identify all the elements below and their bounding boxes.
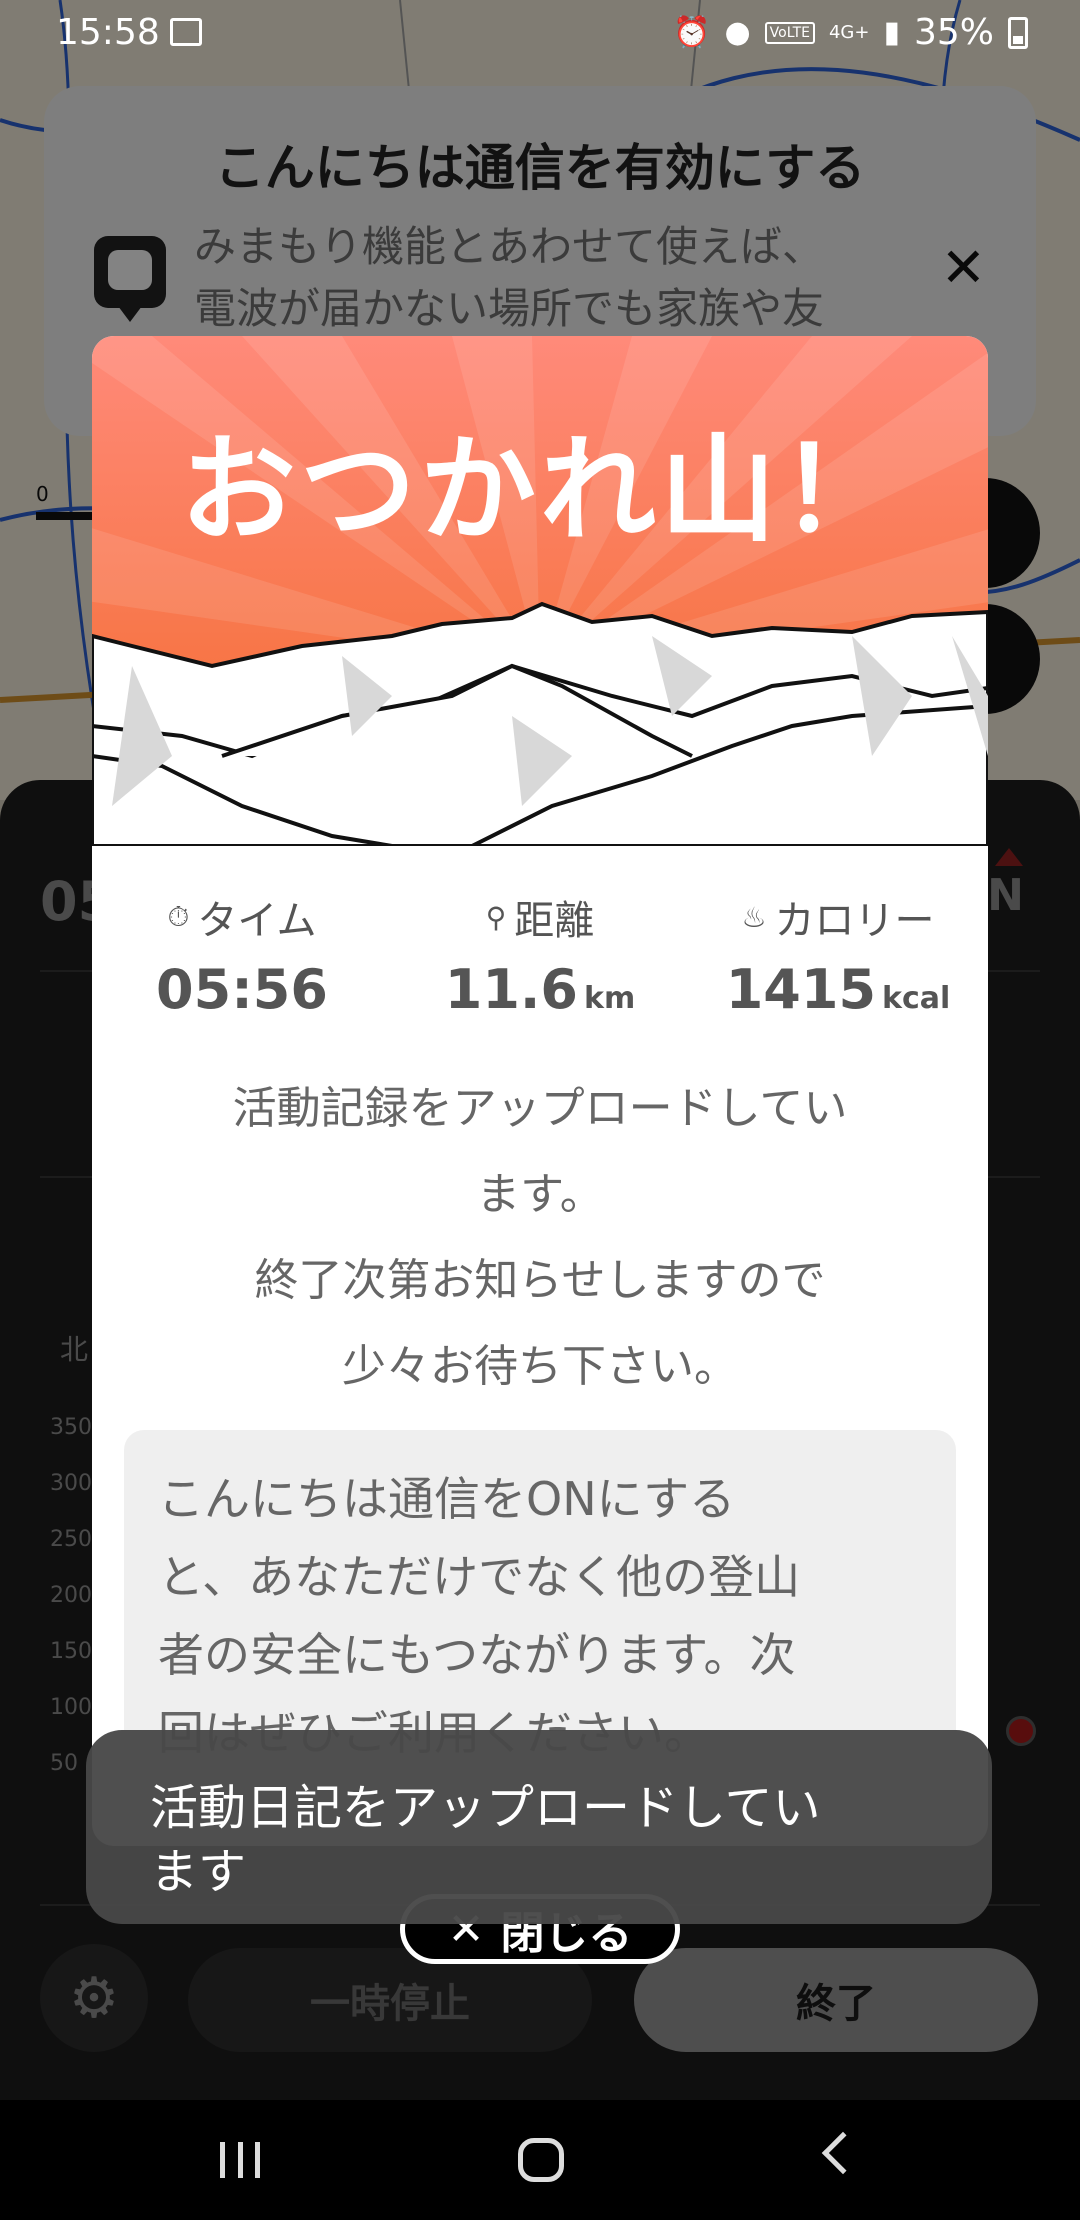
back-icon[interactable] — [821, 2131, 865, 2175]
network-type: 4G+ — [828, 21, 870, 43]
upload-toast: 活動日記をアップロードしてい ます — [86, 1730, 992, 1924]
recent-apps-icon[interactable] — [220, 2142, 260, 2178]
upload-message: 活動記録をアップロードしてい ます。 終了次第お知らせしますので 少々お待ち下さ… — [132, 1066, 948, 1410]
stat-distance-unit: km — [584, 981, 636, 1016]
flame-icon: ♨ — [741, 900, 767, 934]
battery-percent: 35% — [913, 12, 994, 53]
stat-distance-label: 距離 — [514, 898, 595, 944]
volte-icon: VoLTE — [764, 21, 815, 44]
stat-calories-label: カロリー — [774, 898, 935, 944]
stat-calories: ♨ カロリー 1415 kcal — [688, 888, 988, 1021]
dialog-title: おつかれ山！ — [180, 423, 900, 558]
stat-time-label: タイム — [197, 898, 317, 944]
stopwatch-icon: ⏱ — [167, 900, 190, 933]
route-icon: ⚲ — [485, 900, 507, 934]
stat-distance-value: 11.6 — [444, 958, 578, 1021]
status-bar: 15:58 ⏰ ● VoLTE 4G+ ▮ 35% — [0, 0, 1080, 66]
completion-dialog: おつかれ山！ ⏱ タイム 05:56 ⚲ 距離 11.6 km ♨ カロリー 1… — [92, 336, 988, 1846]
stat-time-value: 05:56 — [156, 958, 328, 1021]
status-time: 15:58 — [56, 12, 160, 53]
stat-distance: ⚲ 距離 11.6 km — [390, 888, 690, 1021]
stat-time: ⏱ タイム 05:56 — [92, 888, 392, 1021]
image-notification-icon — [170, 18, 202, 46]
system-nav-bar — [0, 2100, 1080, 2220]
location-icon: ● — [724, 15, 751, 50]
signal-icon: ▮ — [883, 15, 900, 50]
alarm-icon: ⏰ — [673, 15, 711, 50]
home-icon[interactable] — [518, 2138, 564, 2182]
battery-icon — [1008, 16, 1028, 49]
hero-illustration: おつかれ山！ — [92, 336, 988, 846]
communication-info-box: こんにちは通信をONにする と、あなただけでなく他の登山 者の安全にもつながりま… — [124, 1430, 956, 1770]
upload-message-text: 活動記録をアップロードしてい ます。 終了次第お知らせしますので 少々お待ち下さ… — [232, 1083, 848, 1392]
stat-calories-value: 1415 — [725, 958, 877, 1021]
activity-stats: ⏱ タイム 05:56 ⚲ 距離 11.6 km ♨ カロリー 1415 kcal — [92, 888, 988, 1028]
stat-calories-unit: kcal — [882, 981, 951, 1016]
